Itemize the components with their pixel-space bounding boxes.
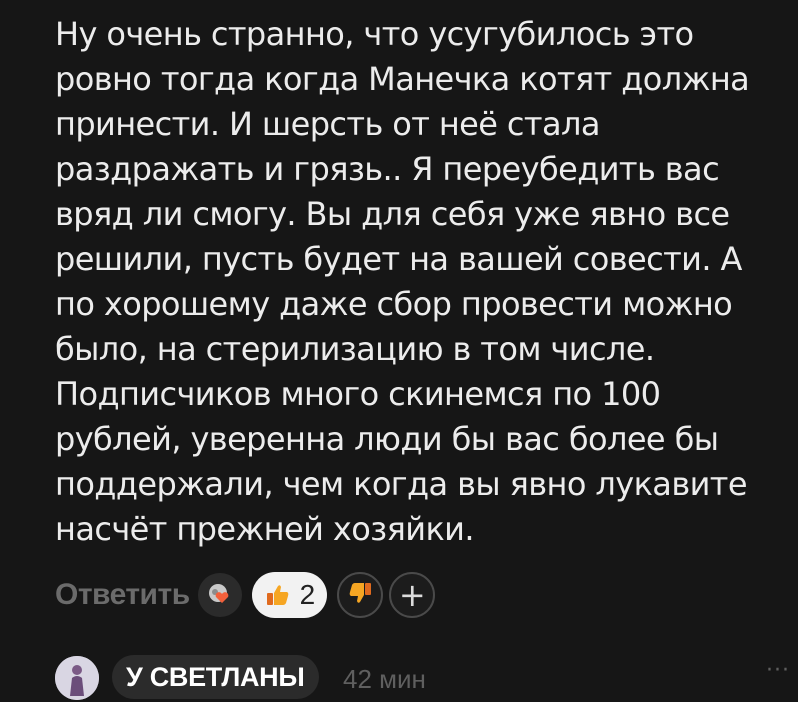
reaction-count: 2 <box>299 579 316 610</box>
reply-button[interactable]: Ответить <box>55 578 190 612</box>
reacted-user-avatar[interactable] <box>197 573 242 617</box>
add-reaction-button[interactable]: + <box>389 572 436 618</box>
plus-icon: + <box>398 576 426 614</box>
avatar[interactable] <box>55 656 99 700</box>
author-name[interactable]: У СВЕТЛАНЫ <box>112 655 319 699</box>
more-options-icon[interactable]: ··· <box>766 658 790 683</box>
comment: Ну очень странно, что усугубилось это ро… <box>55 12 785 552</box>
reaction-thumbs-down[interactable] <box>337 572 384 618</box>
heart-avatar-icon <box>208 584 228 603</box>
person-figure-icon <box>55 656 99 700</box>
timestamp: 42 мин <box>343 664 426 694</box>
comment-text: Ну очень странно, что усугубилось это ро… <box>55 15 750 548</box>
thumbs-up-icon <box>264 581 292 609</box>
reaction-thumbs-up[interactable]: 2 <box>251 572 328 618</box>
next-comment: У СВЕТЛАНЫ 42 мин ··· <box>55 652 790 702</box>
comment-actions: Ответить 2 + <box>55 571 441 619</box>
thumbs-down-icon <box>347 580 373 610</box>
